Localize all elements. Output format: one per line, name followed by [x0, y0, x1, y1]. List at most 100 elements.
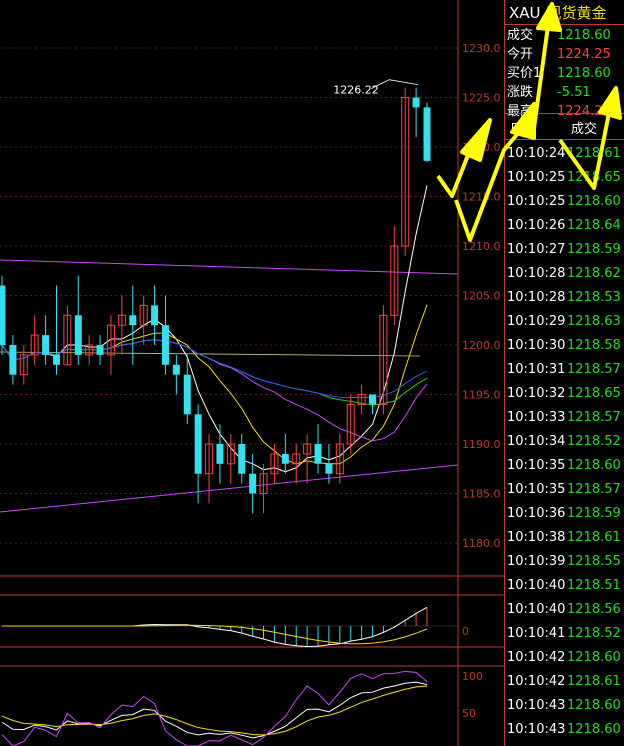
kdj-axis-label: 50 [462, 707, 476, 720]
tick-row: 10:10:24 1218.61 [507, 142, 624, 166]
tick-time: 10:10:33 [507, 410, 566, 425]
candle-body [238, 444, 246, 474]
price-tick-label: 1225.0 [462, 92, 501, 105]
moving-averages [1, 185, 428, 473]
tick-price: 1218.57 [567, 362, 621, 377]
price-tick-label: 1200.0 [462, 339, 501, 352]
tick-price: 1218.65 [567, 170, 621, 185]
tick-row: 10:10:26 1218.64 [507, 214, 624, 238]
tick-row: 10:10:28 1218.62 [507, 262, 624, 286]
candle-body [183, 374, 191, 415]
tick-price: 1218.60 [567, 458, 621, 473]
quote-label: 今开 [507, 47, 534, 62]
moving-average-line [1, 339, 428, 399]
tick-time: 10:10:28 [507, 266, 566, 281]
tick-price: 1218.52 [567, 626, 621, 641]
separator [505, 113, 624, 114]
quote-value: -5.51 [557, 85, 591, 100]
quote-label: 买价1 [507, 66, 542, 81]
tick-time: 10:10:28 [507, 290, 566, 305]
trend-lines [0, 259, 459, 513]
price-axis-ticks: 1230.0 1225.0 1220.0 1215.0 1210.0 1205.0 1200… [462, 42, 501, 550]
moving-average-line [1, 339, 428, 406]
tick-price: 1218.63 [567, 314, 621, 329]
col-time-header: 时间 [511, 122, 538, 137]
candles [0, 87, 431, 514]
tick-row: 10:10:28 1218.53 [507, 286, 624, 310]
candle-body [216, 444, 224, 464]
trend-line-upper [0, 259, 459, 275]
tick-time: 10:10:43 [507, 698, 566, 713]
tick-row: 10:10:33 1218.57 [507, 406, 624, 430]
tick-time: 10:10:34 [507, 434, 566, 449]
tick-row: 10:10:43 1218.60 [507, 718, 624, 742]
tick-time: 10:10:40 [507, 602, 566, 617]
candle-body [151, 305, 159, 326]
tick-time: 10:10:38 [507, 530, 566, 545]
quote-value: 1218.60 [557, 28, 611, 43]
tick-price: 1218.51 [567, 578, 621, 593]
tick-time: 10:10:30 [507, 338, 566, 353]
tick-row: 10:10:29 1218.63 [507, 310, 624, 334]
macd-diff-line [2, 606, 428, 648]
price-tick-label: 1180.0 [462, 537, 501, 550]
tick-time: 10:10:41 [507, 626, 566, 641]
tick-price: 1218.65 [567, 386, 621, 401]
tick-price: 1218.57 [567, 410, 621, 425]
quote-value: 1224.25 [557, 47, 611, 62]
candle-body [249, 473, 257, 494]
symbol-header: XAU 现货黄金 [509, 2, 607, 23]
moving-average-line [1, 304, 428, 465]
tick-price: 1218.61 [567, 530, 621, 545]
quote-label: 涨跌 [507, 85, 534, 100]
candle-body [412, 97, 420, 108]
tick-row: 10:10:27 1218.59 [507, 238, 624, 262]
symbol-name: 现货黄金 [546, 4, 607, 22]
tick-time: 10:10:24 [507, 146, 566, 161]
price-tick-label: 1220.0 [462, 141, 501, 154]
high-annotation: 1226.22 [333, 84, 379, 97]
price-tick-label: 1230.0 [462, 42, 501, 55]
candle-body [161, 325, 169, 365]
tick-price: 1218.60 [567, 194, 621, 209]
tick-row: 10:10:42 1218.61 [507, 670, 624, 694]
candle-body [281, 453, 289, 464]
tick-price: 1218.61 [567, 674, 621, 689]
tick-time: 10:10:31 [507, 362, 566, 377]
tick-row: 10:10:36 1218.59 [507, 502, 624, 526]
tick-row: 10:10:40 1218.51 [507, 574, 624, 598]
tick-time: 10:10:32 [507, 386, 566, 401]
tick-row: 10:10:35 1218.60 [507, 454, 624, 478]
candle-body [129, 315, 137, 326]
quote-label: 成交 [507, 28, 534, 43]
tick-time: 10:10:43 [507, 722, 566, 737]
tick-row: 10:10:40 1218.56 [507, 598, 624, 622]
tick-row: 10:10:25 1218.60 [507, 190, 624, 214]
kdj-panel: 100 50 [1, 670, 483, 746]
quote-row: 成交 1218.60 [507, 26, 623, 46]
tick-time: 10:10:29 [507, 314, 566, 329]
price-tick-label: 1215.0 [462, 191, 501, 204]
candle-body [42, 335, 50, 355]
tick-price: 1218.59 [567, 242, 621, 257]
quote-value: 1218.60 [557, 66, 611, 81]
candle-body [194, 414, 202, 474]
tick-time: 10:10:36 [507, 506, 566, 521]
tick-row: 10:10:35 1218.57 [507, 478, 624, 502]
quote-row: 今开 1224.25 [507, 45, 623, 65]
tick-row: 10:10:39 1218.55 [507, 550, 624, 574]
tick-row: 10:10:25 1218.65 [507, 166, 624, 190]
tick-time: 10:10:39 [507, 554, 566, 569]
kdj-line [1, 681, 428, 739]
symbol-code: XAU [509, 4, 541, 22]
kdj-line [1, 670, 428, 746]
price-tick-label: 1205.0 [462, 290, 501, 303]
tick-row: 10:10:43 1218.60 [507, 694, 624, 718]
tick-row: 10:10:30 1218.58 [507, 334, 624, 358]
tick-price: 1218.60 [567, 722, 621, 737]
tick-price: 1218.62 [567, 266, 621, 281]
tick-price: 1218.53 [567, 290, 621, 305]
tick-price: 1218.60 [567, 698, 621, 713]
tick-row: 10:10:34 1218.52 [507, 430, 624, 454]
kdj-axis-label: 100 [462, 670, 483, 683]
